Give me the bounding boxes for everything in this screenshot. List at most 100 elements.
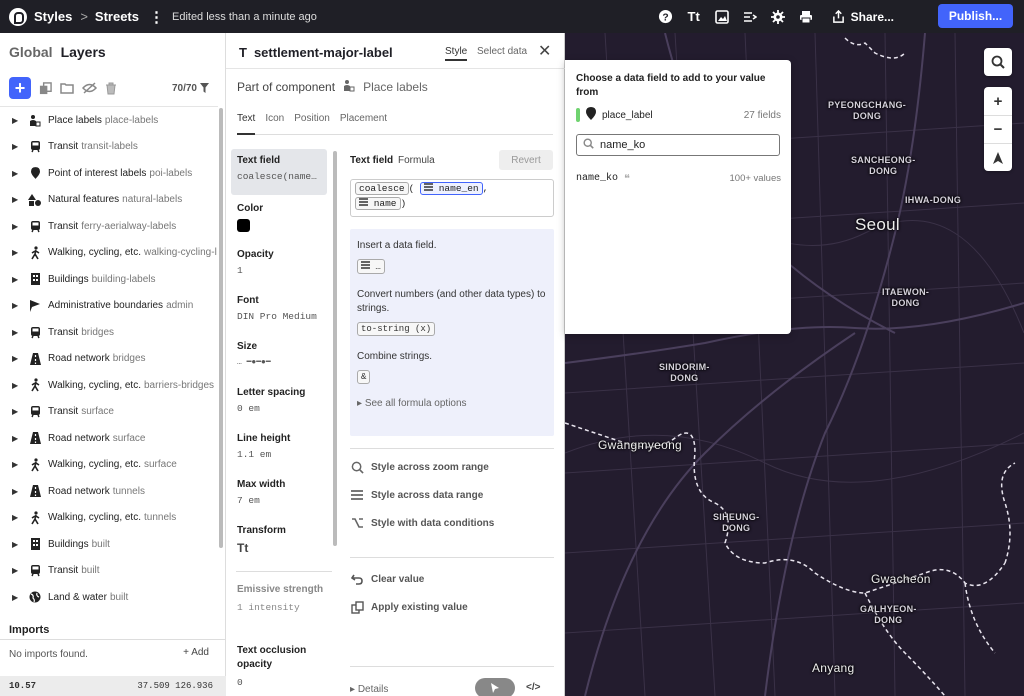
layer-row[interactable]: ▶ Road network bridges bbox=[0, 346, 218, 373]
layer-row[interactable]: ▶ Walking, cycling, etc. tunnels bbox=[0, 505, 218, 532]
prop-size[interactable]: Size … ━●━●━ bbox=[231, 341, 327, 367]
style-zoom-range-button[interactable]: Style across zoom range bbox=[350, 461, 489, 474]
layer-row[interactable]: ▶ Place labels place-labels bbox=[0, 107, 218, 134]
folder-icon[interactable] bbox=[59, 80, 75, 96]
tab-layers[interactable]: Layers bbox=[61, 44, 106, 60]
tab-style[interactable]: Style bbox=[445, 46, 468, 61]
mapbox-logo-icon[interactable] bbox=[9, 7, 27, 26]
caret-right-icon[interactable]: ▶ bbox=[12, 593, 22, 602]
expr-function-chip[interactable]: coalesce bbox=[355, 182, 409, 195]
layer-row[interactable]: ▶ Road network surface bbox=[0, 425, 218, 452]
code-view-icon[interactable]: </> bbox=[526, 682, 540, 693]
subtab-text[interactable]: Text bbox=[237, 113, 256, 135]
caret-right-icon[interactable]: ▶ bbox=[12, 381, 22, 390]
caret-right-icon[interactable]: ▶ bbox=[12, 540, 22, 549]
apply-existing-value-button[interactable]: Apply existing value bbox=[350, 601, 468, 614]
concat-chip[interactable]: & bbox=[357, 370, 371, 384]
search-icon[interactable] bbox=[984, 48, 1012, 76]
caret-right-icon[interactable]: ▶ bbox=[12, 248, 22, 257]
filter-icon[interactable] bbox=[200, 83, 209, 93]
hide-icon[interactable] bbox=[81, 80, 97, 96]
compass-icon[interactable] bbox=[984, 143, 1012, 171]
caret-right-icon[interactable]: ▶ bbox=[12, 460, 22, 469]
subtab-icon[interactable]: Icon bbox=[265, 113, 284, 134]
layer-row[interactable]: ▶ Transit bridges bbox=[0, 319, 218, 346]
close-icon[interactable]: ✕ bbox=[538, 41, 551, 61]
tab-select-data[interactable]: Select data bbox=[477, 46, 527, 57]
layer-row[interactable]: ▶ Buildings building-labels bbox=[0, 266, 218, 293]
layer-row[interactable]: ▶ Road network tunnels bbox=[0, 478, 218, 505]
more-menu-icon[interactable]: ⋮ bbox=[149, 8, 164, 26]
layer-row[interactable]: ▶ Transit transit-labels bbox=[0, 134, 218, 161]
field-result-item[interactable]: name_ko ❝ 100+ values bbox=[576, 172, 781, 185]
play-preview-button[interactable] bbox=[475, 678, 515, 696]
layer-row[interactable]: ▶ Walking, cycling, etc. barriers-bridges bbox=[0, 372, 218, 399]
expression-input[interactable]: coalesce( name_en , name ) bbox=[350, 179, 554, 217]
layer-row[interactable]: ▶ Administrative boundaries admin bbox=[0, 293, 218, 320]
caret-right-icon[interactable]: ▶ bbox=[12, 513, 22, 522]
layer-row[interactable]: ▶ Land & water built bbox=[0, 584, 218, 611]
layer-row[interactable]: ▶ Walking, cycling, etc. surface bbox=[0, 452, 218, 479]
prop-text-occlusion-opacity[interactable]: Text occlusion opacity 0 bbox=[231, 644, 327, 688]
prop-opacity[interactable]: Opacity 1 bbox=[231, 249, 327, 276]
caret-right-icon[interactable]: ▶ bbox=[12, 116, 22, 125]
prop-transform[interactable]: Transform Tt bbox=[231, 525, 327, 555]
see-all-formulas-link[interactable]: ▸ See all formula options bbox=[357, 398, 547, 409]
caret-right-icon[interactable]: ▶ bbox=[12, 142, 22, 151]
duplicate-icon[interactable] bbox=[37, 80, 53, 96]
publish-button[interactable]: Publish... bbox=[938, 4, 1013, 28]
details-toggle[interactable]: ▸ Details bbox=[350, 684, 388, 695]
field-search-input[interactable] bbox=[600, 139, 770, 151]
trash-icon[interactable] bbox=[103, 80, 119, 96]
layer-row[interactable]: ▶ Transit ferry-aerialway-labels bbox=[0, 213, 218, 240]
prop-line-height[interactable]: Line height 1.1 em bbox=[231, 433, 327, 460]
breadcrumb-styles[interactable]: Styles bbox=[34, 9, 72, 24]
layer-row[interactable]: ▶ Transit built bbox=[0, 558, 218, 585]
revert-button[interactable]: Revert bbox=[499, 150, 553, 170]
settings-gear-icon[interactable] bbox=[770, 9, 786, 25]
component-value[interactable]: Place labels bbox=[363, 80, 428, 94]
layer-row[interactable]: ▶ Natural features natural-labels bbox=[0, 187, 218, 214]
add-layer-button[interactable]: + bbox=[9, 77, 31, 99]
caret-right-icon[interactable]: ▶ bbox=[12, 354, 22, 363]
expr-field-chip[interactable]: name_en bbox=[420, 182, 483, 195]
prop-letter-spacing[interactable]: Letter spacing 0 em bbox=[231, 387, 327, 414]
fonts-icon[interactable]: Tt bbox=[686, 9, 702, 25]
help-icon[interactable]: ? bbox=[658, 9, 674, 25]
share-button[interactable]: Share... bbox=[832, 10, 894, 24]
to-string-chip[interactable]: to-string (x) bbox=[357, 322, 436, 336]
layer-row[interactable]: ▶ Transit surface bbox=[0, 399, 218, 426]
prop-text-field[interactable]: Text field coalesce(name… bbox=[231, 149, 327, 195]
caret-right-icon[interactable]: ▶ bbox=[12, 169, 22, 178]
print-icon[interactable] bbox=[798, 9, 814, 25]
layer-row[interactable]: ▶ Buildings built bbox=[0, 531, 218, 558]
zoom-in-icon[interactable]: + bbox=[984, 87, 1012, 115]
add-import-button[interactable]: + Add bbox=[183, 647, 209, 658]
tab-global[interactable]: Global bbox=[9, 44, 53, 60]
caret-right-icon[interactable]: ▶ bbox=[12, 407, 22, 416]
layer-row[interactable]: ▶ Walking, cycling, etc. walking-cycling-l bbox=[0, 240, 218, 267]
layout-icon[interactable] bbox=[742, 9, 758, 25]
caret-right-icon[interactable]: ▶ bbox=[12, 566, 22, 575]
source-layer-row[interactable]: place_label 27 fields bbox=[576, 107, 781, 123]
zoom-out-icon[interactable]: − bbox=[984, 115, 1012, 143]
field-search-box[interactable] bbox=[576, 134, 780, 156]
caret-right-icon[interactable]: ▶ bbox=[12, 275, 22, 284]
prop-font[interactable]: Font DIN Pro Medium bbox=[231, 295, 327, 322]
color-swatch[interactable] bbox=[237, 219, 250, 232]
caret-right-icon[interactable]: ▶ bbox=[12, 328, 22, 337]
prop-emissive-strength[interactable]: Emissive strength 1 intensity bbox=[231, 583, 327, 613]
props-scrollbar[interactable] bbox=[333, 151, 337, 546]
prop-color[interactable]: Color bbox=[231, 203, 327, 232]
caret-right-icon[interactable]: ▶ bbox=[12, 222, 22, 231]
caret-right-icon[interactable]: ▶ bbox=[12, 487, 22, 496]
layer-row[interactable]: ▶ Point of interest labels poi-labels bbox=[0, 160, 218, 187]
clear-value-button[interactable]: Clear value bbox=[350, 573, 424, 585]
subtab-placement[interactable]: Placement bbox=[340, 113, 387, 134]
caret-right-icon[interactable]: ▶ bbox=[12, 301, 22, 310]
prop-max-width[interactable]: Max width 7 em bbox=[231, 479, 327, 506]
caret-right-icon[interactable]: ▶ bbox=[12, 195, 22, 204]
insert-field-chip[interactable]: … bbox=[357, 259, 385, 274]
layers-scrollbar[interactable] bbox=[219, 108, 223, 548]
images-icon[interactable] bbox=[714, 9, 730, 25]
